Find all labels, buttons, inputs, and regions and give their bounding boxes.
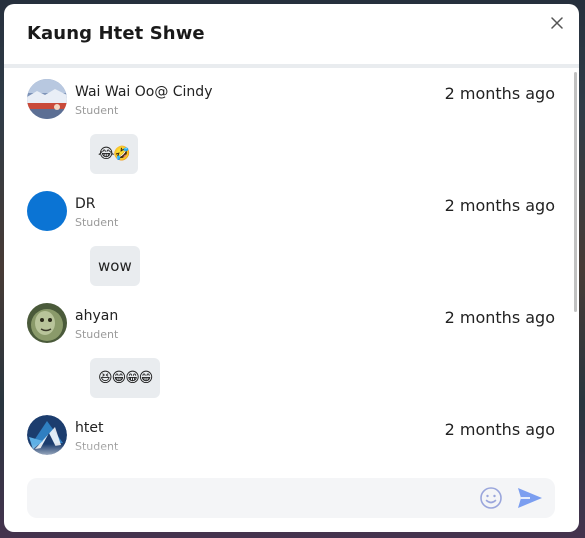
comment-author[interactable]: htet bbox=[75, 420, 103, 436]
send-icon bbox=[518, 488, 542, 508]
modal-header: Kaung Htet Shwe bbox=[4, 4, 579, 68]
list-fade bbox=[4, 444, 579, 464]
comment-input[interactable] bbox=[39, 478, 463, 520]
close-icon bbox=[551, 17, 563, 29]
emoji-button[interactable] bbox=[479, 486, 503, 510]
avatar[interactable] bbox=[27, 79, 67, 119]
avatar[interactable] bbox=[27, 191, 67, 231]
comment-item: DR Student 2 months ago wow bbox=[4, 184, 579, 296]
comment-time: 2 months ago bbox=[444, 196, 555, 215]
comments-modal: Kaung Htet Shwe Wai Wai Oo@ Cindy Studen… bbox=[4, 4, 579, 532]
comment-role: Student bbox=[75, 104, 119, 117]
close-button[interactable] bbox=[547, 13, 567, 33]
comment-item: ahyan Student 2 months ago 😆😁😁😁 bbox=[4, 296, 579, 408]
avatar[interactable] bbox=[27, 303, 67, 343]
modal-title: Kaung Htet Shwe bbox=[27, 23, 205, 44]
comment-message: wow bbox=[90, 246, 140, 286]
comment-message: 😂🤣 bbox=[90, 134, 138, 174]
send-button[interactable] bbox=[516, 486, 544, 510]
avatar-photo bbox=[27, 79, 67, 119]
smile-icon bbox=[480, 487, 502, 509]
comment-time: 2 months ago bbox=[444, 308, 555, 327]
avatar-photo bbox=[27, 303, 67, 343]
comment-list-scrollbar[interactable] bbox=[574, 72, 577, 312]
comment-author[interactable]: DR bbox=[75, 196, 96, 212]
comment-role: Student bbox=[75, 216, 119, 229]
comment-item: Wai Wai Oo@ Cindy Student 2 months ago 😂… bbox=[4, 72, 579, 184]
comment-list[interactable]: Wai Wai Oo@ Cindy Student 2 months ago 😂… bbox=[4, 68, 579, 464]
comment-message: 😆😁😁😁 bbox=[90, 358, 161, 398]
comment-author[interactable]: Wai Wai Oo@ Cindy bbox=[75, 84, 212, 100]
comment-composer bbox=[27, 478, 555, 520]
comment-author[interactable]: ahyan bbox=[75, 308, 118, 324]
comment-time: 2 months ago bbox=[444, 84, 555, 103]
comment-role: Student bbox=[75, 328, 119, 341]
comment-time: 2 months ago bbox=[444, 420, 555, 439]
